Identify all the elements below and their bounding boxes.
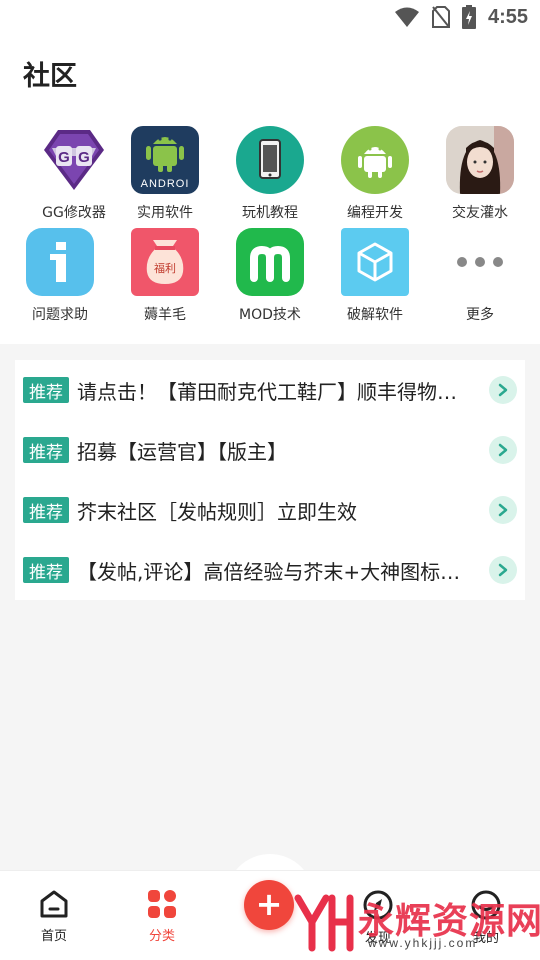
category-help[interactable]: 问题求助: [7, 228, 113, 328]
recommended-title: 招募【运营官】【版主】: [77, 439, 287, 464]
category-label: 交友灌水: [452, 205, 508, 221]
nav-discover[interactable]: 发现: [338, 889, 418, 946]
category-programming[interactable]: 编程开发: [322, 126, 428, 226]
home-icon: [40, 890, 68, 918]
lucky-bag-icon: 福利: [131, 228, 199, 296]
category-label: 玩机教程: [242, 205, 298, 221]
recommended-item[interactable]: 推荐 招募【运营官】【版主】: [15, 420, 525, 480]
android-robot-icon: [341, 126, 409, 194]
page-title: 社区: [23, 61, 77, 92]
nav-label: 分类: [148, 929, 175, 944]
svg-text:福利: 福利: [154, 261, 176, 275]
nav-label: 发现: [364, 931, 391, 946]
gg-logo-icon: G G: [40, 126, 108, 194]
svg-text:ANDROI: ANDROI: [141, 178, 190, 190]
more-dots-icon: [446, 228, 514, 296]
category-phone-tutorials[interactable]: 玩机教程: [217, 126, 323, 226]
top-area: 4:55 社区 G G GG修改器 ANDROI 实用软件 玩机教程 编程开发 …: [0, 0, 540, 344]
info-icon: [26, 228, 94, 296]
category-useful-software[interactable]: ANDROI 实用软件: [112, 126, 218, 226]
chevron-right-icon: [489, 496, 517, 524]
create-post-button[interactable]: +: [244, 880, 294, 930]
category-grid-icon: [148, 890, 176, 918]
category-label: 问题求助: [32, 307, 88, 323]
recommended-list: 推荐 请点击！【莆田耐克代工鞋厂】顺丰得物验货版 推荐 招募【运营官】【版主】 …: [15, 360, 525, 600]
compass-icon: [363, 890, 393, 920]
recommended-item[interactable]: 推荐 芥末社区［发帖规则］立即生效: [15, 480, 525, 540]
recommended-item[interactable]: 推荐 请点击！【莆田耐克代工鞋厂】顺丰得物验货版: [15, 360, 525, 420]
cube-icon: [341, 228, 409, 296]
category-label: 薅羊毛: [144, 307, 186, 323]
recommend-badge: 推荐: [23, 377, 69, 403]
nav-label: 我的: [472, 931, 499, 946]
nav-category[interactable]: 分类: [122, 889, 202, 944]
chevron-right-icon: [489, 556, 517, 584]
recommend-badge: 推荐: [23, 437, 69, 463]
nav-home[interactable]: 首页: [14, 889, 94, 944]
category-more[interactable]: 更多: [427, 228, 533, 328]
mod-m-icon: [236, 228, 304, 296]
phone-icon: [236, 126, 304, 194]
status-bar: 4:55: [0, 0, 540, 38]
svg-text:G: G: [78, 149, 90, 166]
android-icon: ANDROI: [131, 126, 199, 194]
category-label: 更多: [466, 307, 494, 323]
recommended-title: 请点击！【莆田耐克代工鞋厂】顺丰得物验货版: [77, 379, 467, 404]
battery-charging-icon: [461, 5, 476, 29]
profile-face-icon: [471, 890, 501, 920]
recommend-badge: 推荐: [23, 497, 69, 523]
category-social[interactable]: 交友灌水: [427, 126, 533, 226]
girl-avatar-icon: [446, 126, 514, 194]
chevron-right-icon: [489, 376, 517, 404]
nav-label: 首页: [40, 929, 67, 944]
category-label: 编程开发: [347, 205, 403, 221]
status-time: 4:55: [487, 5, 528, 28]
recommended-title: 芥末社区［发帖规则］立即生效: [77, 499, 357, 524]
status-icons: 4:55: [394, 5, 528, 29]
recommended-title: 【发帖,评论】高倍经验与芥末+大神图标(经验翻倍活动): [77, 559, 467, 584]
category-freebies[interactable]: 福利 薅羊毛: [112, 228, 218, 328]
svg-text:G: G: [58, 149, 70, 166]
nav-profile[interactable]: 我的: [446, 889, 526, 946]
category-cracked-software[interactable]: 破解软件: [322, 228, 428, 328]
no-sim-icon: [431, 6, 450, 28]
chevron-right-icon: [489, 436, 517, 464]
recommended-item[interactable]: 推荐 【发帖,评论】高倍经验与芥末+大神图标(经验翻倍活动): [15, 540, 525, 600]
recommend-badge: 推荐: [23, 557, 69, 583]
category-mod-tech[interactable]: MOD技术: [217, 228, 323, 328]
category-label: 破解软件: [347, 307, 403, 323]
plus-icon: +: [255, 884, 283, 923]
category-label: 实用软件: [137, 205, 193, 221]
category-label: MOD技术: [239, 307, 301, 323]
wifi-icon: [394, 7, 419, 27]
category-label: GG修改器: [42, 205, 106, 221]
